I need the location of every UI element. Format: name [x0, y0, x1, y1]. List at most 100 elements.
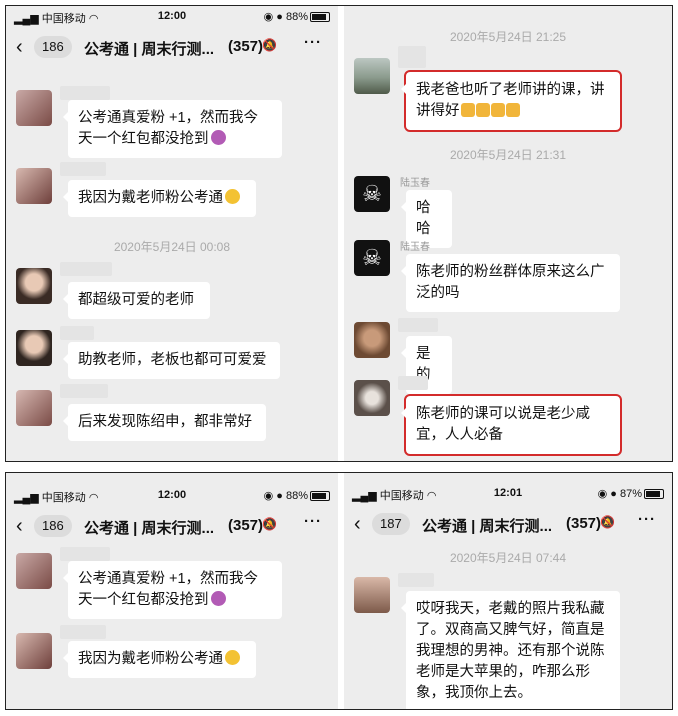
timestamp: 2020年5月24日 07:44	[449, 551, 567, 565]
alarm-icon: ●	[276, 11, 283, 23]
message-bubble[interactable]: 后来发现陈绍申，都非常好	[63, 404, 266, 441]
member-count: (357)	[566, 515, 602, 532]
message-bubble-highlighted[interactable]: 我老爸也听了老师讲的课，讲讲得好	[401, 70, 622, 132]
message-bubble[interactable]: 哎呀我天，老戴的照片我私藏了。双商高又脾气好，简直是我理想的男神。还有那个说陈老…	[401, 591, 620, 709]
more-options-icon[interactable]: ···	[304, 34, 322, 51]
message-text: 陈老师的粉丝群体原来这么广泛的吗	[416, 264, 605, 301]
avatar[interactable]	[16, 268, 52, 304]
battery-icon	[644, 489, 664, 500]
message-text: 都超级可爱的老师	[78, 292, 194, 308]
back-chevron-icon[interactable]: ‹	[354, 513, 361, 535]
thumbs-up-icon	[475, 103, 490, 117]
mute-bell-icon: 🔕	[262, 38, 277, 52]
message-text: 我因为戴老师粉公考通	[78, 190, 223, 206]
message-bubble[interactable]: 我因为戴老师粉公考通	[63, 641, 256, 678]
facepalm-emoji-icon	[210, 591, 226, 606]
sender-name: 陆玉春	[400, 178, 430, 189]
avatar[interactable]	[16, 168, 52, 204]
unread-count-badge[interactable]: 186	[34, 515, 72, 537]
sender-name-blurred	[398, 318, 438, 332]
lock-rotation-icon: ◉	[263, 490, 274, 502]
sender-name-blurred	[398, 46, 426, 68]
lock-rotation-icon: ◉	[263, 11, 274, 23]
avatar[interactable]	[16, 90, 52, 126]
sender-name: 陆玉春	[400, 242, 430, 253]
back-chevron-icon[interactable]: ‹	[16, 515, 23, 537]
thumbs-up-icon	[505, 103, 520, 117]
chat-header: ‹ 186 公考通 | 周末行测... (357) 🔕 ···	[6, 32, 338, 66]
message-bubble[interactable]: 公考通真爱粉 +1，然而我今天一个红包都没抢到	[63, 100, 282, 158]
alarm-icon: ●	[610, 488, 617, 500]
sender-name-blurred	[60, 86, 110, 100]
status-bar: ▂▄▆ 中国移动 ◠ 12:00 ◉ ● 88%	[6, 485, 338, 509]
chat-panel-1: ▂▄▆ 中国移动 ◠ 12:00 ◉ ● 88% ‹ 186 公考通 | 周末行…	[6, 6, 338, 461]
battery-percent: 87%	[619, 488, 642, 500]
avatar[interactable]	[354, 58, 390, 94]
skull-avatar-icon[interactable]: ☠	[354, 240, 390, 276]
message-text: 哈哈	[416, 200, 431, 237]
avatar[interactable]	[16, 390, 52, 426]
timestamp: 2020年5月24日 21:31	[449, 148, 567, 162]
unread-count-badge[interactable]: 186	[34, 36, 72, 58]
avatar[interactable]	[354, 322, 390, 358]
chat-panel-2: 2020年5月24日 21:25 我老爸也听了老师讲的课，讲讲得好 2020年5…	[344, 6, 672, 461]
status-bar: ▂▄▆ 中国移动 ◠ 12:00 ◉ ● 88%	[6, 6, 338, 30]
message-text: 公考通真爱粉 +1，然而我今天一个红包都没抢到	[78, 571, 259, 608]
chat-panel-4: ▂▄▆ 中国移动 ◠ 12:01 ◉ ● 87% ‹ 187 公考通 | 周末行…	[344, 473, 672, 709]
thumbs-up-icon	[490, 103, 505, 117]
sender-name-blurred	[60, 384, 108, 398]
sender-name-blurred	[60, 625, 106, 639]
avatar[interactable]	[16, 553, 52, 589]
message-text: 哎呀我天，老戴的照片我私藏了。双商高又脾气好，简直是我理想的男神。还有那个说陈老…	[416, 601, 605, 701]
chat-panel-3: ▂▄▆ 中国移动 ◠ 12:00 ◉ ● 88% ‹ 186 公考通 | 周末行…	[6, 473, 338, 709]
timestamp: 2020年5月24日 00:08	[113, 240, 231, 254]
member-count: (357)	[228, 38, 264, 55]
status-bar: ▂▄▆ 中国移动 ◠ 12:01 ◉ ● 87%	[344, 483, 672, 507]
chat-title: 公考通 | 周末行测...	[84, 520, 215, 537]
message-text: 陈老师的课可以说是老少咸宜，人人必备	[416, 406, 590, 443]
chat-header: ‹ 186 公考通 | 周末行测... (357) 🔕 ···	[6, 511, 338, 545]
sender-name-blurred	[60, 547, 110, 561]
more-options-icon[interactable]: ···	[638, 511, 656, 528]
chat-title: 公考通 | 周末行测...	[84, 41, 215, 58]
message-text: 助教老师，老板也都可可爱爱	[78, 352, 267, 368]
battery-icon	[310, 491, 330, 502]
message-bubble[interactable]: 我因为戴老师粉公考通	[63, 180, 256, 217]
bottom-screenshot-frame: ▂▄▆ 中国移动 ◠ 12:00 ◉ ● 88% ‹ 186 公考通 | 周末行…	[5, 472, 673, 710]
sender-name-blurred	[398, 573, 434, 587]
message-bubble[interactable]: 都超级可爱的老师	[63, 282, 210, 319]
sender-name-blurred	[60, 162, 106, 176]
message-bubble[interactable]: 助教老师，老板也都可可爱爱	[63, 342, 280, 379]
message-text: 我因为戴老师粉公考通	[78, 651, 223, 667]
message-text: 后来发现陈绍申，都非常好	[78, 414, 252, 430]
avatar[interactable]	[354, 380, 390, 416]
mute-bell-icon: 🔕	[600, 515, 615, 529]
unread-count-badge[interactable]: 187	[372, 513, 410, 535]
member-count: (357)	[228, 517, 264, 534]
lock-rotation-icon: ◉	[597, 488, 608, 500]
timestamp: 2020年5月24日 21:25	[449, 30, 567, 44]
avatar[interactable]	[16, 633, 52, 669]
sender-name-blurred	[60, 326, 94, 340]
message-bubble[interactable]: 公考通真爱粉 +1，然而我今天一个红包都没抢到	[63, 561, 282, 619]
battery-percent: 88%	[285, 490, 308, 502]
sender-name-blurred	[398, 376, 428, 390]
sender-name-blurred	[60, 262, 112, 276]
grinning-emoji-icon	[225, 650, 240, 665]
avatar[interactable]	[354, 577, 390, 613]
avatar[interactable]	[16, 330, 52, 366]
back-chevron-icon[interactable]: ‹	[16, 36, 23, 58]
more-options-icon[interactable]: ···	[304, 513, 322, 530]
alarm-icon: ●	[276, 490, 283, 502]
message-bubble[interactable]: 陈老师的粉丝群体原来这么广泛的吗	[401, 254, 620, 312]
chat-header: ‹ 187 公考通 | 周末行测... (357) 🔕 ···	[344, 509, 672, 543]
skull-avatar-icon[interactable]: ☠	[354, 176, 390, 212]
message-bubble-highlighted[interactable]: 陈老师的课可以说是老少咸宜，人人必备	[401, 394, 622, 456]
thumbs-up-icon	[460, 103, 475, 117]
message-text: 公考通真爱粉 +1，然而我今天一个红包都没抢到	[78, 110, 259, 147]
grinning-emoji-icon	[225, 189, 240, 204]
battery-icon	[310, 12, 330, 23]
battery-percent: 88%	[285, 11, 308, 23]
chat-title: 公考通 | 周末行测...	[422, 518, 553, 535]
facepalm-emoji-icon	[210, 130, 226, 145]
